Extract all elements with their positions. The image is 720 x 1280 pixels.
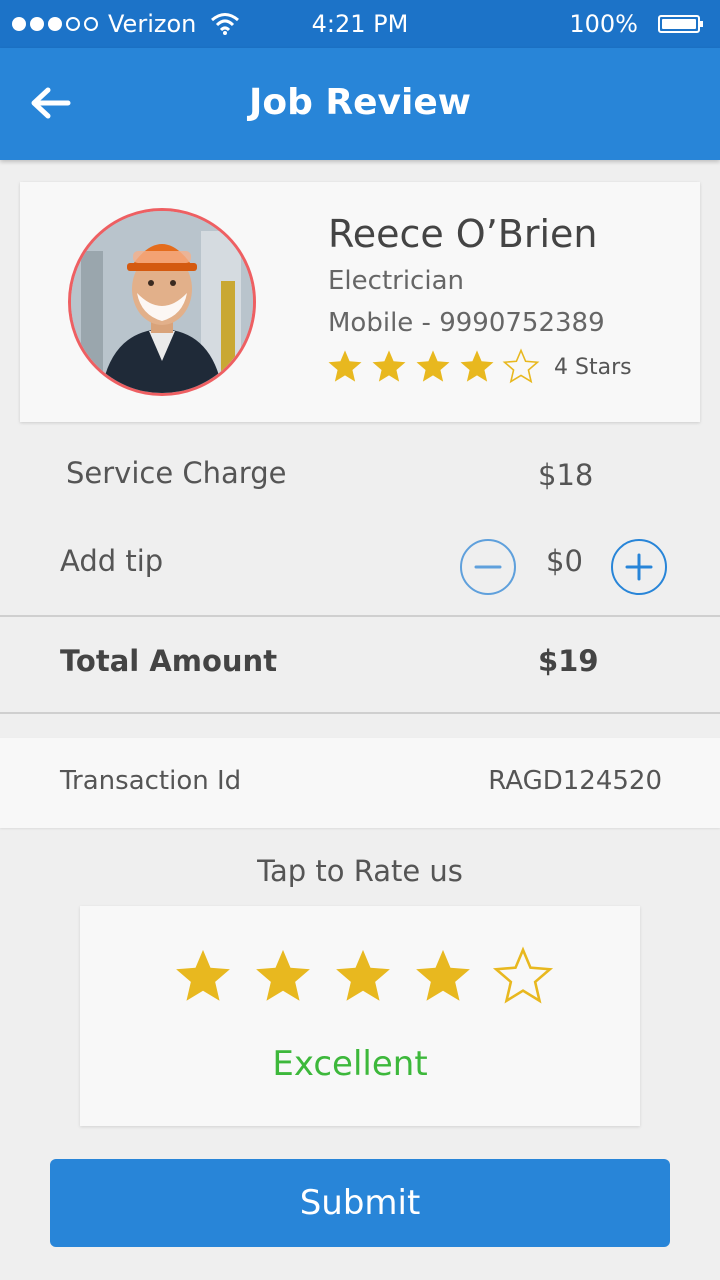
rating-card: Excellent [80, 906, 640, 1126]
rating-star-row [172, 946, 572, 1008]
minus-icon [474, 565, 502, 569]
divider [0, 615, 720, 617]
service-charge-label: Service Charge [66, 456, 287, 490]
battery-percent: 100% [569, 10, 638, 38]
star-filled-icon [328, 350, 362, 382]
rate-us-title: Tap to Rate us [257, 854, 463, 888]
add-tip-label: Add tip [60, 544, 164, 578]
submit-button[interactable]: Submit [50, 1159, 670, 1247]
decrease-tip-button[interactable] [460, 539, 516, 595]
battery-icon [658, 15, 703, 33]
plus-icon [625, 553, 653, 581]
transaction-card: Transaction Id RAGD124520 [0, 738, 720, 828]
rate-star-empty-icon[interactable] [492, 946, 554, 1008]
transaction-id-value: RAGD124520 [488, 766, 662, 796]
worker-rating: 4 Stars [326, 348, 632, 386]
total-amount-label: Total Amount [60, 644, 278, 678]
status-bar: Verizon 4:21 PM 100% [0, 0, 720, 48]
avatar [68, 208, 256, 396]
star-filled-icon [372, 350, 406, 382]
total-amount-value: $19 [538, 644, 599, 678]
worker-mobile: Mobile - 9990752389 [328, 308, 605, 338]
service-charge-value: $18 [538, 458, 594, 492]
tip-value: $0 [546, 544, 583, 578]
divider [0, 712, 720, 714]
worker-star-row [326, 348, 546, 386]
rating-label: Excellent [272, 1044, 428, 1084]
rate-star-filled-icon[interactable] [412, 946, 474, 1008]
rate-star-filled-icon[interactable] [332, 946, 394, 1008]
avatar-illustration [71, 211, 253, 393]
rate-star-filled-icon[interactable] [252, 946, 314, 1008]
worker-name: Reece O’Brien [328, 212, 598, 256]
star-filled-icon [416, 350, 450, 382]
rate-star-filled-icon[interactable] [172, 946, 234, 1008]
page-title: Job Review [248, 82, 472, 123]
worker-role: Electrician [328, 266, 464, 296]
worker-profile-card: Reece O’Brien Electrician Mobile - 99907… [20, 182, 700, 422]
star-empty-icon [502, 348, 540, 384]
star-filled-icon [460, 350, 494, 382]
worker-rating-label: 4 Stars [554, 354, 632, 380]
transaction-id-label: Transaction Id [60, 766, 242, 796]
status-right: 100% [569, 10, 703, 38]
app-bar: Job Review [0, 48, 720, 160]
increase-tip-button[interactable] [611, 539, 667, 595]
